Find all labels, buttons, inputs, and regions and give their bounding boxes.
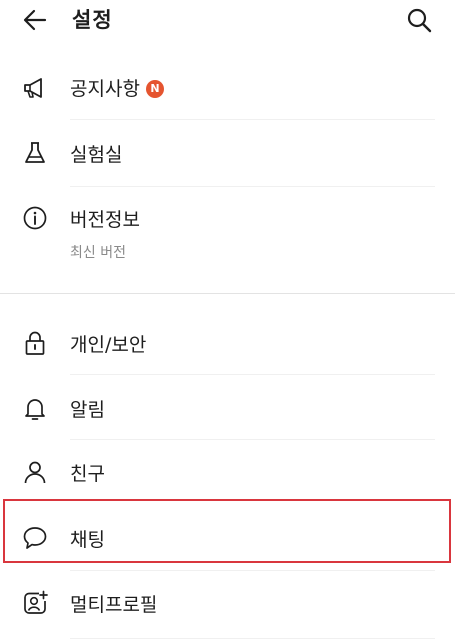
arrow-left-icon — [23, 9, 47, 31]
selection-highlight — [3, 499, 451, 563]
back-button[interactable] — [21, 6, 49, 34]
settings-item-alarm[interactable]: 알림 — [0, 375, 455, 439]
search-icon — [407, 8, 432, 33]
settings-item-label: 공지사항 — [70, 78, 140, 100]
settings-item-lab[interactable]: 실험실 — [0, 120, 455, 186]
new-badge: N — [145, 80, 164, 98]
settings-item-label: 버전정보 — [70, 209, 140, 231]
info-icon — [23, 206, 47, 230]
settings-item-privacy[interactable]: 개인/보안 — [0, 310, 455, 374]
section-divider — [0, 293, 455, 294]
flask-icon — [25, 142, 45, 163]
page-title: 설정 — [72, 8, 113, 32]
settings-item-friends[interactable]: 친구 — [0, 440, 455, 498]
divider — [70, 638, 435, 639]
settings-item-label: 실험실 — [70, 144, 123, 166]
settings-item-multiprofile[interactable]: 멀티프로필 — [0, 571, 455, 635]
settings-item-label: 개인/보안 — [70, 334, 147, 356]
person-icon — [24, 461, 46, 484]
bell-icon — [25, 399, 45, 420]
settings-item-label: 알림 — [70, 399, 105, 421]
settings-item-version[interactable]: 버전정보 최신 버전 — [0, 187, 455, 287]
version-status: 최신 버전 — [70, 245, 126, 261]
lock-icon — [25, 331, 45, 355]
search-button[interactable] — [405, 6, 433, 34]
header: 설정 — [0, 0, 455, 40]
profile-add-icon — [24, 590, 48, 614]
settings-item-notice[interactable]: 공지사항 N — [0, 56, 455, 120]
megaphone-icon — [24, 78, 42, 98]
settings-item-label: 친구 — [70, 463, 105, 485]
settings-item-label: 멀티프로필 — [70, 594, 158, 616]
